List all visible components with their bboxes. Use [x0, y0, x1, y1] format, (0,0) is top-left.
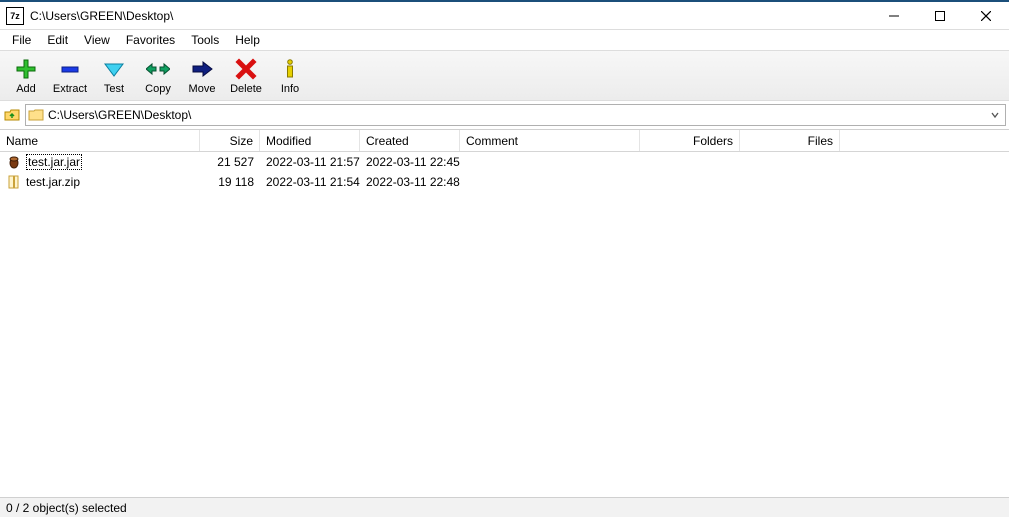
status-bar: 0 / 2 object(s) selected [0, 497, 1009, 517]
menu-help[interactable]: Help [227, 31, 268, 49]
minimize-icon [889, 11, 899, 21]
close-icon [981, 11, 991, 21]
menu-bar: File Edit View Favorites Tools Help [0, 30, 1009, 50]
maximize-button[interactable] [917, 2, 963, 29]
col-created[interactable]: Created [360, 130, 460, 151]
app-icon: 7z [6, 7, 24, 25]
cell-modified: 2022-03-11 21:54 [260, 175, 360, 189]
address-bar: C:\Users\GREEN\Desktop\ [0, 101, 1009, 130]
move-label: Move [189, 83, 216, 95]
add-button[interactable]: Add [6, 55, 46, 97]
title-bar: 7z C:\Users\GREEN\Desktop\ [0, 0, 1009, 30]
delete-button[interactable]: Delete [226, 55, 266, 97]
list-header: Name Size Modified Created Comment Folde… [0, 130, 1009, 152]
move-button[interactable]: Move [182, 55, 222, 97]
extract-label: Extract [53, 83, 87, 95]
table-row[interactable]: test.jar.jar 21 527 2022-03-11 21:57 202… [0, 152, 1009, 172]
file-name: test.jar.jar [26, 154, 82, 170]
test-label: Test [104, 83, 124, 95]
menu-tools[interactable]: Tools [183, 31, 227, 49]
window-title: C:\Users\GREEN\Desktop\ [30, 9, 871, 23]
menu-favorites[interactable]: Favorites [118, 31, 183, 49]
col-size[interactable]: Size [200, 130, 260, 151]
menu-edit[interactable]: Edit [39, 31, 76, 49]
info-icon [279, 57, 301, 81]
address-dropdown[interactable] [987, 108, 1003, 122]
list-body[interactable]: test.jar.jar 21 527 2022-03-11 21:57 202… [0, 152, 1009, 497]
toolbar: Add Extract Test Copy Move Delete [0, 50, 1009, 101]
table-row[interactable]: test.jar.zip 19 118 2022-03-11 21:54 202… [0, 172, 1009, 192]
cell-size: 21 527 [200, 155, 260, 169]
col-folders[interactable]: Folders [640, 130, 740, 151]
folder-up-icon [4, 107, 20, 123]
add-label: Add [16, 83, 36, 95]
extract-button[interactable]: Extract [50, 55, 90, 97]
x-icon [235, 57, 257, 81]
folder-icon [28, 107, 44, 123]
menu-file[interactable]: File [4, 31, 39, 49]
status-text: 0 / 2 object(s) selected [6, 501, 127, 515]
copy-button[interactable]: Copy [138, 55, 178, 97]
info-button[interactable]: Info [270, 55, 310, 97]
maximize-icon [935, 11, 945, 21]
zip-icon [6, 174, 22, 190]
arrow-right-icon [191, 57, 213, 81]
plus-icon [15, 57, 37, 81]
check-down-icon [103, 57, 125, 81]
copy-label: Copy [145, 83, 171, 95]
cell-created: 2022-03-11 22:45 [360, 155, 460, 169]
jar-icon [6, 154, 22, 170]
two-arrows-icon [146, 57, 170, 81]
close-button[interactable] [963, 2, 1009, 29]
col-modified[interactable]: Modified [260, 130, 360, 151]
col-comment[interactable]: Comment [460, 130, 640, 151]
up-button[interactable] [3, 106, 21, 124]
col-name[interactable]: Name [0, 130, 200, 151]
minus-icon [59, 57, 81, 81]
cell-created: 2022-03-11 22:48 [360, 175, 460, 189]
test-button[interactable]: Test [94, 55, 134, 97]
address-field[interactable]: C:\Users\GREEN\Desktop\ [25, 104, 1006, 126]
col-files[interactable]: Files [740, 130, 840, 151]
minimize-button[interactable] [871, 2, 917, 29]
cell-modified: 2022-03-11 21:57 [260, 155, 360, 169]
chevron-down-icon [991, 111, 999, 119]
delete-label: Delete [230, 83, 262, 95]
info-label: Info [281, 83, 299, 95]
menu-view[interactable]: View [76, 31, 118, 49]
address-text: C:\Users\GREEN\Desktop\ [48, 108, 987, 122]
window-controls [871, 2, 1009, 29]
file-name: test.jar.zip [26, 175, 80, 189]
cell-size: 19 118 [200, 175, 260, 189]
